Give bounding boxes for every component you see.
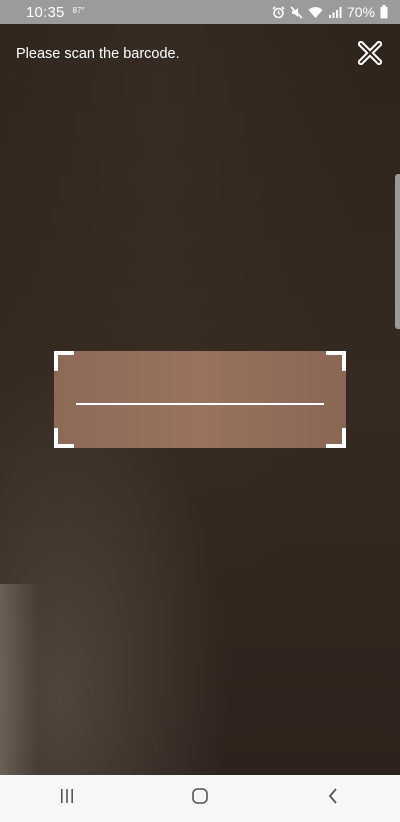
close-x-icon <box>356 39 384 70</box>
scanner-screen: 10:35 87° 70% Please scan the barcode. <box>0 0 400 822</box>
navigation-bar <box>0 775 400 822</box>
back-icon <box>326 787 340 810</box>
frame-corner-bottom-left <box>54 428 74 448</box>
status-left: 10:35 87° <box>26 4 85 21</box>
battery-percent: 70% <box>346 4 375 20</box>
status-temperature: 87° <box>72 5 85 15</box>
camera-preview: Please scan the barcode. <box>0 24 400 775</box>
close-button[interactable] <box>356 39 384 70</box>
camera-glare <box>0 584 38 775</box>
frame-corner-bottom-right <box>326 428 346 448</box>
scan-line <box>76 403 324 405</box>
mute-icon <box>290 5 303 19</box>
frame-corner-top-left <box>54 351 74 371</box>
alarm-icon <box>272 5 285 19</box>
home-icon <box>191 787 209 810</box>
barcode-scan-frame <box>54 351 346 448</box>
status-right: 70% <box>272 4 388 20</box>
recent-apps-button[interactable] <box>37 779 97 819</box>
status-time: 10:35 <box>26 3 65 21</box>
status-bar: 10:35 87° 70% <box>0 0 400 24</box>
wifi-icon <box>308 6 323 19</box>
signal-icon <box>328 6 342 19</box>
scan-instruction: Please scan the barcode. <box>16 46 180 62</box>
battery-icon <box>380 5 388 19</box>
back-button[interactable] <box>303 779 363 819</box>
edge-panel-handle[interactable] <box>395 174 400 329</box>
frame-corner-top-right <box>326 351 346 371</box>
recent-apps-icon <box>59 788 75 809</box>
home-button[interactable] <box>170 779 230 819</box>
